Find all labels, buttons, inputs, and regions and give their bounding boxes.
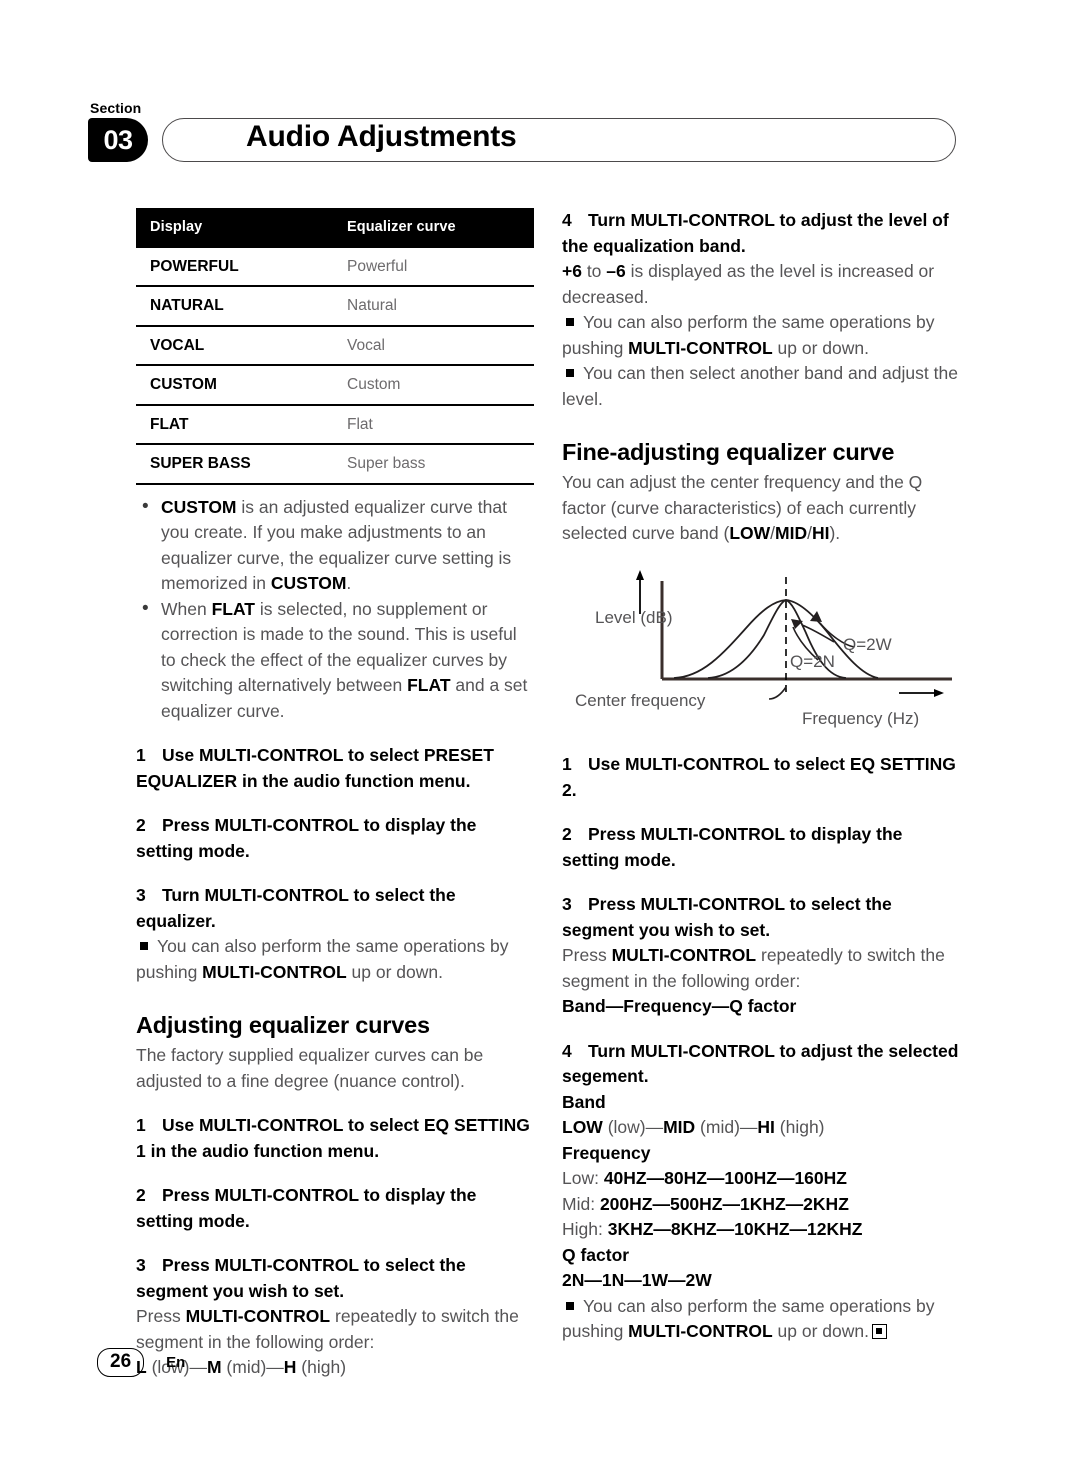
manual-page: Section 03 Audio Adjustments Display Equ… [0,0,1080,1479]
label-band: Band [562,1091,606,1112]
section-number-badge: 03 [88,118,148,162]
diagram-center-frequency-label: Center frequency [575,691,706,710]
table-row: VOCAL Vocal [136,325,534,366]
segment-order-band-freq-q: Band—Frequency—Q factor [562,996,797,1016]
table-cell-display: FLAT [136,404,335,445]
frequency-mid: Mid: 200HZ—500HZ—1KHZ—2KHZ [562,1193,849,1214]
left-column: Display Equalizer curve POWERFUL Powerfu… [136,208,534,1381]
table-cell-display: SUPER BASS [136,444,335,485]
intro-fine-adjusting: You can adjust the center frequency and … [562,472,923,543]
diagram-x-axis-label: Frequency (Hz) [802,709,919,728]
segment-order-lmh: L (low)—M (mid)—H (high) [136,1357,347,1377]
intro-adjusting-equalizer-curves: The factory supplied equalizer curves ca… [136,1045,484,1091]
step-eq-setting2-1: 1 Use MULTI-CONTROL to select EQ SETTING … [562,754,956,800]
table-row: NATURAL Natural [136,286,534,327]
page-title: Audio Adjustments [246,120,517,153]
step-eq-setting1-2: 2 Press MULTI-CONTROL to display the sett… [136,1185,477,1231]
equalizer-curve-table: Display Equalizer curve POWERFUL Powerfu… [136,208,534,485]
section-label: Section [90,100,142,116]
note-select-another-band: You can then select another band and adj… [562,363,958,409]
equalizer-notes-list: CUSTOM is an adjusted equalizer curve th… [136,494,534,725]
step-preset-eq-1: 1 Use MULTI-CONTROL to select PRESET EQUA… [136,745,494,791]
table-cell-curve: Natural [335,286,534,327]
table-row: SUPER BASS Super bass [136,444,534,485]
note-multicontrol-push: You can also perform the same operations… [136,936,509,982]
table-cell-curve: Custom [335,365,534,406]
frequency-low: Low: 40HZ—80HZ—100HZ—160HZ [562,1168,847,1188]
table-header-row: Display Equalizer curve [136,208,534,248]
table-col-display: Display [136,208,335,248]
diagram-y-axis-label: Level (dB) [595,608,672,627]
page-number: 26 [97,1348,145,1377]
label-q-factor: Q factor [562,1244,630,1265]
table-cell-display: NATURAL [136,286,335,327]
table-cell-display: CUSTOM [136,365,335,406]
list-item: CUSTOM is an adjusted equalizer curve th… [136,494,534,597]
heading-adjusting-equalizer-curves: Adjusting equalizer curves [136,1012,430,1038]
language-code: En [166,1354,186,1371]
q-factor-values: 2N—1N—1W—2W [562,1270,712,1290]
step-preset-eq-2: 2 Press MULTI-CONTROL to display the sett… [136,815,477,861]
table-cell-display: VOCAL [136,325,335,366]
table-cell-display: POWERFUL [136,247,335,287]
step-eq-setting2-2: 2 Press MULTI-CONTROL to display the sett… [562,824,903,870]
note-multicontrol-push: You can also perform the same operations… [562,312,935,358]
eq-curve-diagram: Level (dB) Q=2N Q=2W Center frequency Fr… [575,569,952,728]
label-frequency: Frequency [562,1142,651,1163]
diagram-curve-wide-label: Q=2W [843,635,892,654]
step-preset-eq-4: 4 Turn MULTI-CONTROL to adjust the level … [562,210,949,256]
page-header: Section 03 Audio Adjustments [88,100,968,168]
step-preset-eq-3: 3 Turn MULTI-CONTROL to select the equali… [136,885,456,931]
frequency-high: High: 3KHZ—8KHZ—10KHZ—12KHZ [562,1219,863,1239]
table-row: FLAT Flat [136,404,534,445]
heading-fine-adjusting-equalizer-curve: Fine-adjusting equalizer curve [562,439,895,465]
table-cell-curve: Powerful [335,247,534,287]
table-cell-curve: Super bass [335,444,534,485]
right-column: 4 Turn MULTI-CONTROL to adjust the level … [562,208,960,1345]
step-eq-setting1-3-body: Press MULTI-CONTROL repeatedly to switch… [136,1306,519,1352]
diagram-curve-narrow-label: Q=2N [790,652,835,671]
band-values: LOW (low)—MID (mid)—HI (high) [562,1117,825,1137]
table-col-equalizer-curve: Equalizer curve [335,208,534,248]
table-row: POWERFUL Powerful [136,247,534,287]
page-footer: 26 En [97,1348,185,1377]
table-cell-curve: Vocal [335,325,534,366]
step-eq-setting1-3: 3 Press MULTI-CONTROL to select the segme… [136,1255,466,1301]
step-eq-setting1-1: 1 Use MULTI-CONTROL to select EQ SETTING … [136,1115,530,1161]
step-preset-eq-4-body: +6 to –6 is displayed as the level is in… [562,261,935,307]
step-eq-setting2-4: 4 Turn MULTI-CONTROL to adjust the select… [562,1040,959,1087]
table-cell-curve: Flat [335,404,534,445]
step-eq-setting2-3: 3 Press MULTI-CONTROL to select the segme… [562,894,892,940]
table-row: CUSTOM Custom [136,365,534,406]
note-multicontrol-push-final: You can also perform the same operations… [562,1295,935,1342]
list-item: When FLAT is selected, no supplement or … [136,596,534,725]
step-eq-setting2-3-body: Press MULTI-CONTROL repeatedly to switch… [562,945,945,991]
